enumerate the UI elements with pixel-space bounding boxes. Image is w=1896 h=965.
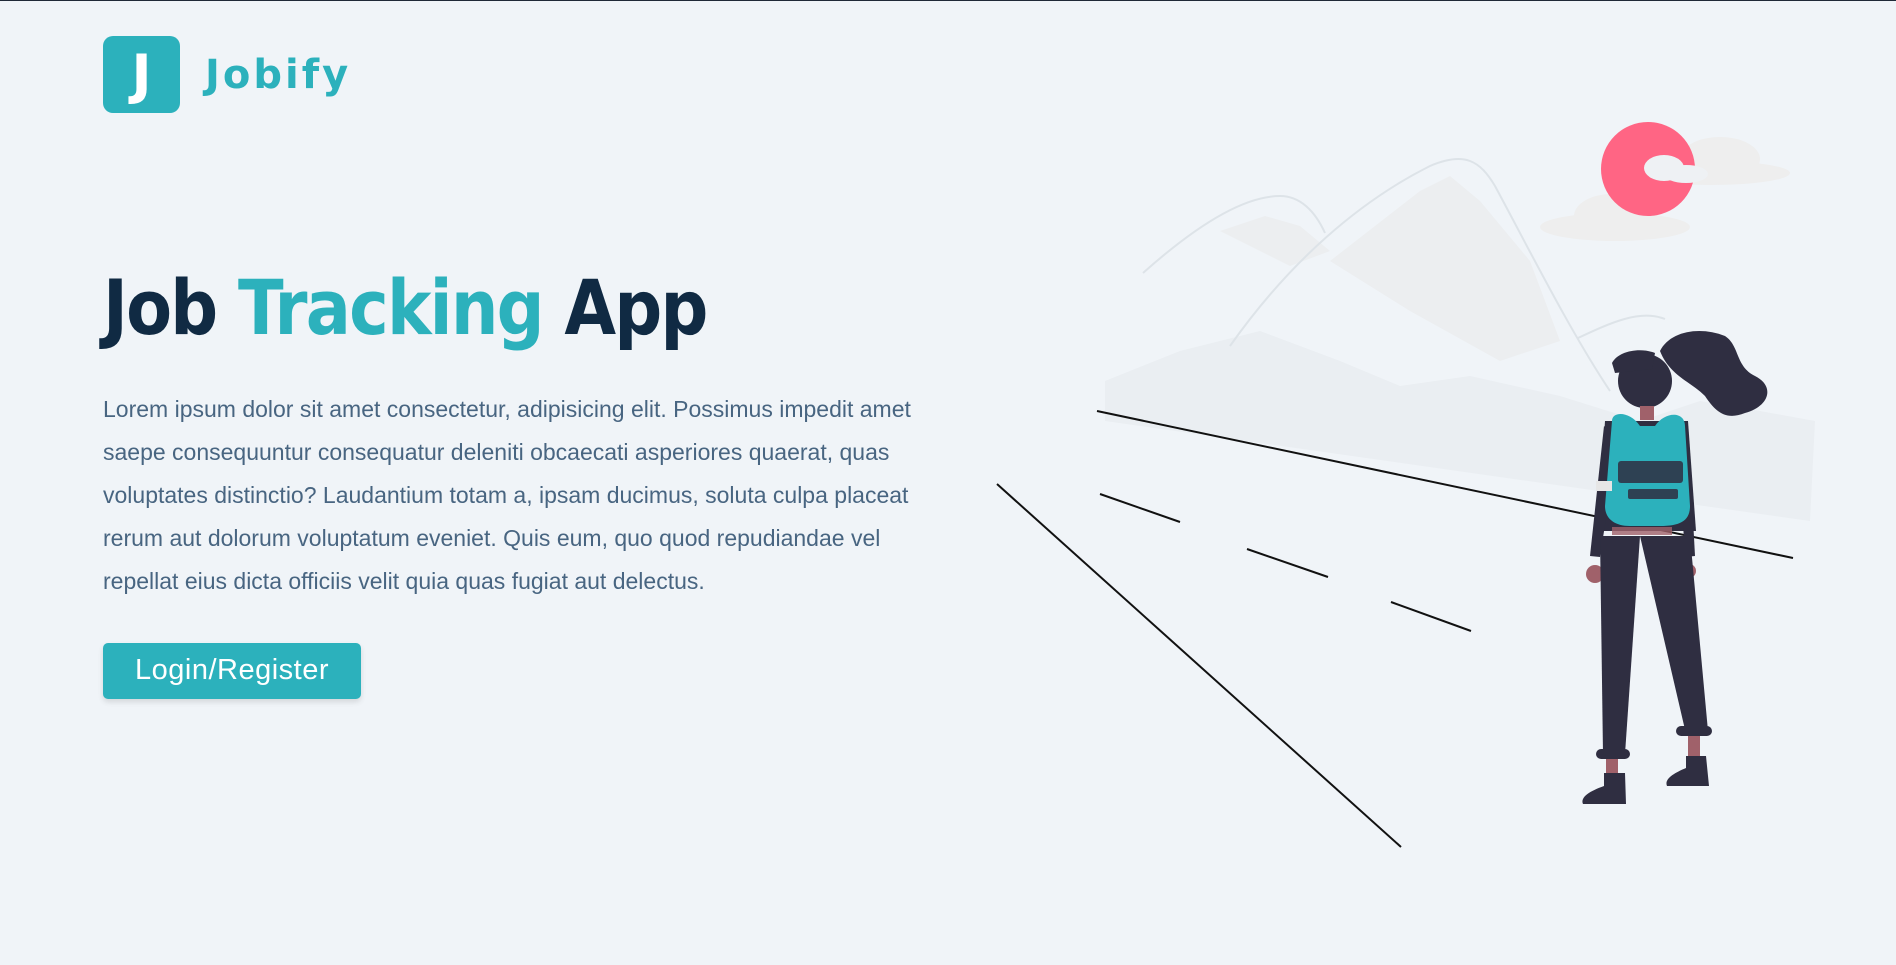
traveler-on-road-illustration — [996, 122, 1815, 848]
hero-description: Lorem ipsum dolor sit amet consectetur, … — [103, 396, 911, 594]
logo-icon[interactable]: J — [103, 36, 180, 113]
sun-icon — [1601, 122, 1708, 216]
hero-section: Job Tracking App Lorem ipsum dolor sit a… — [103, 263, 943, 699]
traveler-figure — [1582, 331, 1768, 804]
navbar: J Jobify — [103, 36, 351, 113]
title-part-2: App — [542, 263, 708, 352]
title-part-1: Job — [103, 263, 238, 352]
login-register-button[interactable]: Login/Register — [103, 643, 361, 699]
title-accent: Tracking — [237, 263, 545, 352]
logo-text[interactable]: Jobify — [205, 52, 351, 98]
page-title: Job Tracking App — [103, 263, 842, 352]
